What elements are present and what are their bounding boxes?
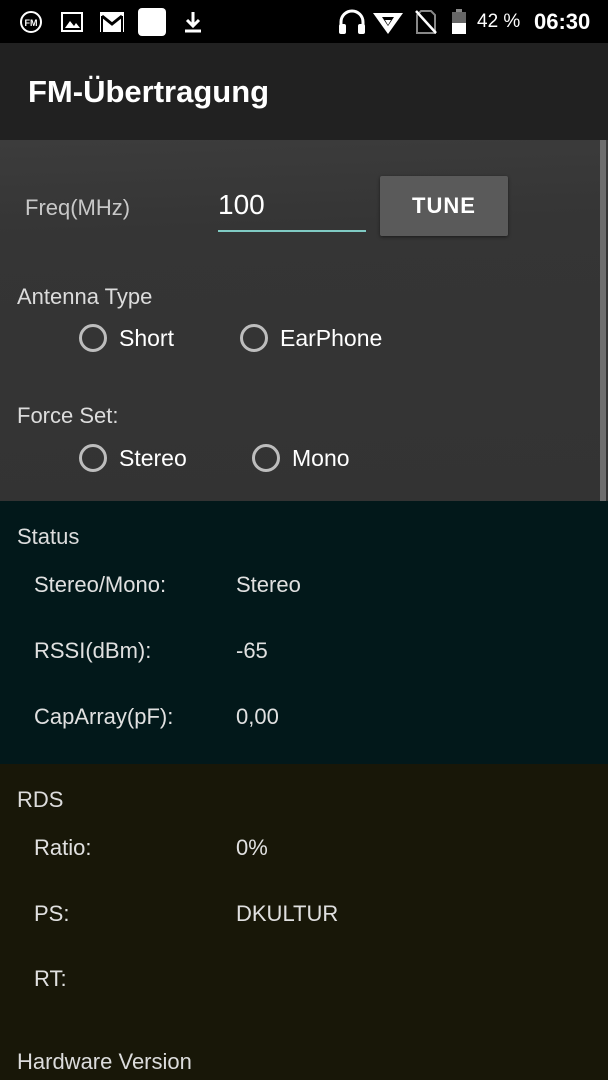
radio-label: Mono <box>292 444 350 471</box>
radio-earphone[interactable]: EarPhone <box>240 318 382 358</box>
rds-key: PS: <box>34 901 70 926</box>
image-icon <box>60 8 84 35</box>
svg-text:FM: FM <box>25 18 38 28</box>
rds-value: 0% <box>236 835 268 860</box>
status-value: Stereo <box>236 572 301 597</box>
fm-radio-icon: FM <box>18 8 44 35</box>
blank-app-icon <box>138 7 166 36</box>
status-value: -65 <box>236 638 268 663</box>
radio-unchecked-icon <box>240 324 268 352</box>
app-bar: FM-Übertragung <box>0 43 608 140</box>
rds-value: DKULTUR <box>236 901 339 926</box>
rds-key: Ratio: <box>34 835 92 860</box>
status-key: RSSI(dBm): <box>34 638 152 663</box>
download-icon <box>182 8 204 35</box>
force-set-label: Force Set: <box>17 403 119 428</box>
status-bar: FM 42 % 06:30 <box>0 0 608 43</box>
rds-key: RT: <box>34 966 67 991</box>
status-section: Status Stereo/Mono: Stereo RSSI(dBm): -6… <box>0 501 608 764</box>
page-title: FM-Übertragung <box>28 74 270 109</box>
gmail-icon <box>98 8 126 35</box>
tune-button[interactable]: TUNE <box>380 176 508 236</box>
headset-icon <box>337 8 367 35</box>
battery-percent: 42 % <box>477 11 521 32</box>
status-title: Status <box>17 524 80 549</box>
status-value: 0,00 <box>236 704 279 729</box>
wifi-icon <box>372 8 404 35</box>
clock: 06:30 <box>534 9 591 34</box>
radio-mono[interactable]: Mono <box>252 438 350 478</box>
antenna-type-label: Antenna Type <box>17 284 153 309</box>
status-key: Stereo/Mono: <box>34 572 167 597</box>
freq-label: Freq(MHz) <box>25 195 131 220</box>
radio-unchecked-icon <box>252 444 280 472</box>
battery-icon <box>450 8 468 35</box>
radio-unchecked-icon <box>79 324 107 352</box>
radio-short[interactable]: Short <box>79 318 174 358</box>
radio-label: EarPhone <box>280 324 383 351</box>
radio-label: Stereo <box>119 444 187 471</box>
hardware-version-title: Hardware Version <box>17 1049 192 1074</box>
rds-title: RDS <box>17 787 64 812</box>
freq-input[interactable] <box>218 180 366 232</box>
scrollbar[interactable] <box>600 140 606 502</box>
status-key: CapArray(pF): <box>34 704 174 729</box>
radio-stereo[interactable]: Stereo <box>79 438 187 478</box>
radio-label: Short <box>119 324 174 351</box>
rds-section: RDS Ratio: 0% PS: DKULTUR RT: Hardware V… <box>0 764 608 1080</box>
no-sim-icon <box>414 8 438 35</box>
radio-unchecked-icon <box>79 444 107 472</box>
